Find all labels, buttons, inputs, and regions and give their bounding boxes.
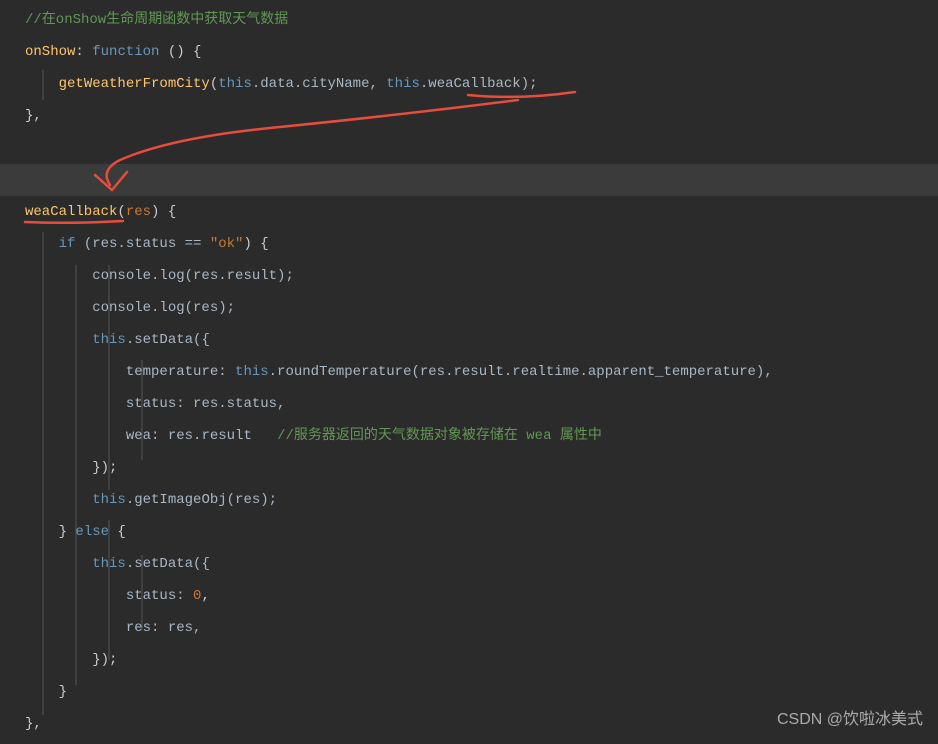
property-key: status:: [126, 588, 193, 604]
keyword-this: this: [92, 332, 126, 348]
code-line[interactable]: weaCallback(res) {: [0, 196, 938, 228]
code-line[interactable]: });: [0, 644, 938, 676]
method-call: .roundTemperature(res.result.realtime.ap…: [269, 364, 773, 380]
punct: },: [25, 108, 42, 124]
code-editor[interactable]: //在onShow生命周期函数中获取天气数据 onShow: function …: [0, 0, 938, 744]
keyword: else: [75, 524, 109, 540]
property: wea: res.result: [126, 428, 252, 444]
console-log: console.log(res.result);: [92, 268, 294, 284]
keyword-this: this: [218, 76, 252, 92]
expr: (res.status ==: [75, 236, 209, 252]
punct: ,: [201, 588, 209, 604]
code-line[interactable]: onShow: function () {: [0, 36, 938, 68]
code-line[interactable]: temperature: this.roundTemperature(res.r…: [0, 356, 938, 388]
string: "ok": [210, 236, 244, 252]
property-key: temperature:: [126, 364, 235, 380]
comment: //在onShow生命周期函数中获取天气数据: [25, 12, 288, 28]
punct: }: [59, 524, 76, 540]
code-line[interactable]: } else {: [0, 516, 938, 548]
code-line[interactable]: }: [0, 676, 938, 708]
property: res: res,: [126, 620, 202, 636]
comment: //服务器返回的天气数据对象被存储在 wea 属性中: [252, 428, 602, 444]
method-name: weaCallback: [25, 204, 117, 220]
method-call: .setData({: [126, 556, 210, 572]
punct: {: [109, 524, 126, 540]
identifier: .weaCallback);: [420, 76, 538, 92]
code-line[interactable]: if (res.status == "ok") {: [0, 228, 938, 260]
punct: });: [92, 652, 117, 668]
code-line[interactable]: this.setData({: [0, 324, 938, 356]
code-line[interactable]: res: res,: [0, 612, 938, 644]
method-call: .getImageObj(res);: [126, 492, 277, 508]
code-line[interactable]: console.log(res.result);: [0, 260, 938, 292]
punct: },: [25, 716, 42, 732]
keyword-this: this: [92, 556, 126, 572]
punct: ) {: [151, 204, 176, 220]
function-call: getWeatherFromCity: [59, 76, 210, 92]
punct: (: [117, 204, 125, 220]
keyword: function: [92, 44, 159, 60]
property: status: res.status,: [126, 396, 286, 412]
keyword: if: [59, 236, 76, 252]
identifier: .data.cityName,: [252, 76, 386, 92]
method-name: onShow: [25, 44, 75, 60]
method-call: .setData({: [126, 332, 210, 348]
code-line[interactable]: this.setData({: [0, 548, 938, 580]
console-log: console.log(res);: [92, 300, 235, 316]
keyword-this: this: [235, 364, 269, 380]
punct: });: [92, 460, 117, 476]
punct: ) {: [243, 236, 268, 252]
code-line[interactable]: status: 0,: [0, 580, 938, 612]
code-line[interactable]: wea: res.result //服务器返回的天气数据对象被存储在 wea 属…: [0, 420, 938, 452]
keyword-this: this: [92, 492, 126, 508]
punct: () {: [159, 44, 201, 60]
code-line[interactable]: this.getImageObj(res);: [0, 484, 938, 516]
punct: }: [59, 684, 67, 700]
parameter: res: [126, 204, 151, 220]
code-line[interactable]: getWeatherFromCity(this.data.cityName, t…: [0, 68, 938, 100]
code-line[interactable]: });: [0, 452, 938, 484]
keyword-this: this: [386, 76, 420, 92]
punct: :: [75, 44, 92, 60]
punct: (: [210, 76, 218, 92]
blank-line[interactable]: [0, 132, 938, 164]
blank-line-highlighted[interactable]: [0, 164, 938, 196]
code-line[interactable]: //在onShow生命周期函数中获取天气数据: [0, 4, 938, 36]
code-line[interactable]: },: [0, 100, 938, 132]
code-line[interactable]: console.log(res);: [0, 292, 938, 324]
watermark: CSDN @饮啦冰美式: [777, 705, 923, 729]
code-line[interactable]: status: res.status,: [0, 388, 938, 420]
